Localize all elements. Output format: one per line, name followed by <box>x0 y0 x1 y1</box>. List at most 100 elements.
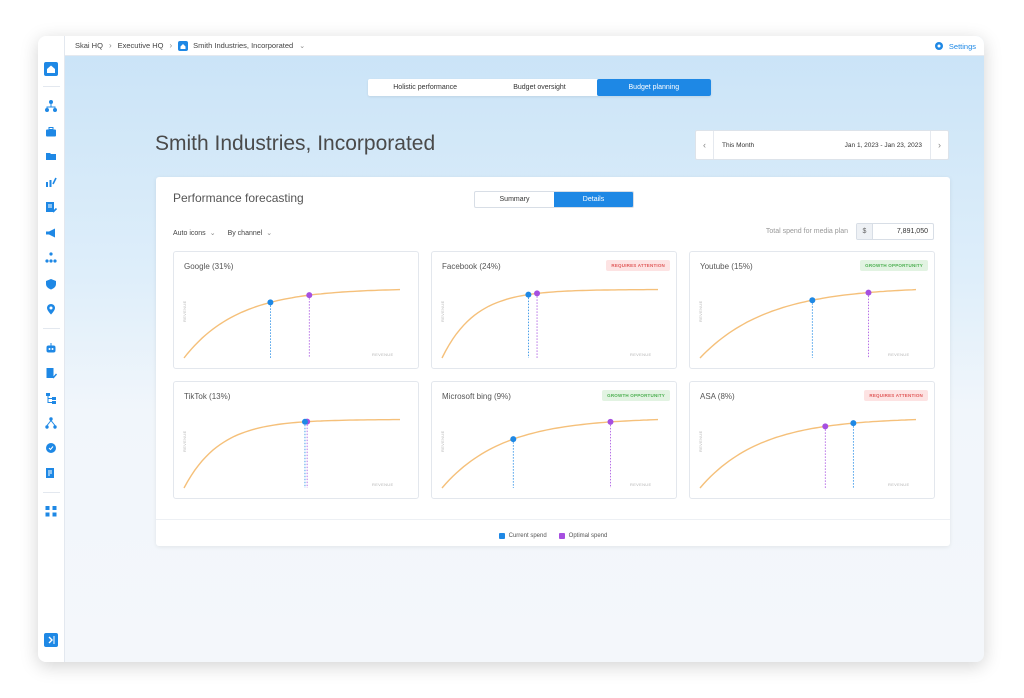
optimal-spend-point[interactable] <box>534 290 541 297</box>
x-axis-label: REVENUE <box>630 482 651 487</box>
filter-label: By channel <box>227 229 263 237</box>
current-spend-point[interactable] <box>267 299 274 306</box>
legend-current: Current spend <box>498 533 547 539</box>
optimal-spend-point[interactable] <box>607 418 614 425</box>
optimal-spend-point[interactable] <box>306 292 313 299</box>
spend-input[interactable]: $ 7,891,050 <box>856 223 934 240</box>
folder-tree-icon[interactable] <box>44 391 58 405</box>
x-axis-label: REVENUE <box>372 352 393 357</box>
current-spend-point[interactable] <box>850 420 857 427</box>
flow-diagram-icon[interactable] <box>44 504 58 518</box>
briefcase-icon[interactable] <box>44 125 58 139</box>
legend-optimal: Optimal spend <box>558 533 608 539</box>
response-curve-chart: REVENUE REVENUE <box>182 418 400 489</box>
y-axis-label: REVENUE <box>698 301 703 322</box>
optimal-spend-point[interactable] <box>865 289 872 296</box>
performance-forecasting-card: Performance forecasting Summary Details … <box>156 177 950 546</box>
breadcrumb-skai-hq[interactable]: Skai HQ <box>75 41 103 50</box>
badge-shield-icon[interactable] <box>44 441 58 455</box>
channel-card[interactable]: Facebook (24%) REQUIRES ATTENTION REVENUE R… <box>431 251 677 369</box>
date-range: Jan 1, 2023 - Jan 23, 2023 <box>844 141 922 149</box>
org-chart-icon[interactable] <box>44 416 58 430</box>
top-bar: Skai HQ › Executive HQ › Smith Industrie… <box>65 36 984 56</box>
megaphone-icon[interactable] <box>44 226 58 240</box>
settings-link[interactable]: Settings <box>933 40 976 52</box>
legend-current-label: Current spend <box>508 533 547 539</box>
chevron-right-icon[interactable]: › <box>930 131 948 159</box>
gear-icon <box>934 42 943 50</box>
channel-card[interactable]: ASA (8%) REQUIRES ATTENTION REVENUE REVENUE <box>689 381 935 499</box>
date-range-picker[interactable]: ‹ This Month Jan 1, 2023 - Jan 23, 2023 … <box>695 130 949 160</box>
channel-card[interactable]: Youtube (15%) GROWTH OPPORTUNITY REVENUE RE… <box>689 251 935 369</box>
x-axis-label: REVENUE <box>888 482 909 487</box>
app-window: Skai HQ › Executive HQ › Smith Industrie… <box>38 36 984 662</box>
network-icon[interactable] <box>44 251 58 265</box>
tab-budget-planning[interactable]: Budget planning <box>596 79 711 96</box>
breadcrumb-executive-hq[interactable]: Executive HQ <box>118 41 164 50</box>
sidebar <box>38 36 65 662</box>
y-axis-label: REVENUE <box>698 431 703 452</box>
current-spend-point[interactable] <box>510 436 517 443</box>
x-axis-label: REVENUE <box>630 352 651 357</box>
breadcrumb-separator-icon: › <box>108 41 112 50</box>
currency-symbol: $ <box>857 224 873 239</box>
x-axis-label: REVENUE <box>372 482 393 487</box>
location-pin-icon[interactable] <box>44 302 58 316</box>
collapse-sidebar-icon[interactable] <box>44 633 58 647</box>
by-channel-dropdown[interactable]: By channel ⌄ <box>227 229 273 238</box>
current-spend-point[interactable] <box>525 291 532 298</box>
response-curve <box>441 288 658 359</box>
details-toggle[interactable]: Details <box>554 192 633 207</box>
legend: Current spend Optimal spend <box>156 533 950 539</box>
total-spend: Total spend for media plan $ 7,891,050 <box>766 223 934 240</box>
date-preset: This Month <box>722 141 755 149</box>
view-toggle: Summary Details <box>474 191 634 208</box>
chart-edit-icon[interactable] <box>44 175 58 189</box>
response-curve-chart: REVENUE REVENUE <box>182 288 401 359</box>
breadcrumb-account[interactable]: Smith Industries, Incorporated <box>193 41 293 50</box>
auto-icons-dropdown[interactable]: Auto icons ⌄ <box>173 229 216 238</box>
optimal-spend-point[interactable] <box>822 423 829 430</box>
channel-card[interactable]: TikTok (13%) REVENUE REVENUE <box>173 381 419 499</box>
date-range-display[interactable]: This Month Jan 1, 2023 - Jan 23, 2023 <box>714 142 930 149</box>
breadcrumb-separator-icon: › <box>169 41 173 50</box>
response-curve <box>441 418 659 489</box>
chevron-left-icon[interactable]: ‹ <box>696 131 714 159</box>
account-home-icon <box>178 40 189 51</box>
tab-budget-oversight[interactable]: Budget oversight <box>482 79 596 96</box>
hierarchy-icon[interactable] <box>44 99 58 113</box>
report-edit-icon[interactable] <box>44 200 58 214</box>
card-title: Performance forecasting <box>173 191 304 205</box>
robot-icon[interactable] <box>44 341 58 355</box>
chevron-down-icon[interactable]: ⌄ <box>299 42 305 50</box>
home-icon[interactable] <box>44 62 58 76</box>
document-check-icon[interactable] <box>44 366 58 380</box>
page-title: Smith Industries, Incorporated <box>155 132 436 155</box>
spend-label: Total spend for media plan <box>765 228 848 235</box>
channel-grid: Google (31%) REVENUE REVENUE Facebook (24%)… <box>173 251 935 499</box>
x-axis-label: REVENUE <box>888 352 909 357</box>
tab-holistic-performance[interactable]: Holistic performance <box>368 79 482 96</box>
current-spend-point[interactable] <box>809 297 816 304</box>
summary-toggle[interactable]: Summary <box>475 192 554 207</box>
optimal-swatch <box>558 533 565 539</box>
response-curve <box>699 418 917 489</box>
response-curve-chart: REVENUE REVENUE <box>698 288 917 359</box>
legend-optimal-label: Optimal spend <box>568 533 608 539</box>
channel-card[interactable]: Google (31%) REVENUE REVENUE <box>173 251 419 369</box>
settings-label: Settings <box>948 41 976 51</box>
filter-label: Auto icons <box>173 229 206 237</box>
channel-card[interactable]: Microsoft bing (9%) GROWTH OPPORTUNITY REV… <box>431 381 677 499</box>
notes-edit-icon[interactable] <box>44 466 58 480</box>
response-curve-chart: REVENUE REVENUE <box>440 418 659 489</box>
current-spend-point[interactable] <box>301 418 308 425</box>
response-curve-chart: REVENUE REVENUE <box>440 288 658 359</box>
y-axis-label: REVENUE <box>440 431 445 452</box>
folder-icon[interactable] <box>44 149 58 163</box>
response-curve-chart: REVENUE REVENUE <box>698 418 917 489</box>
response-curve <box>699 288 917 359</box>
y-axis-label: REVENUE <box>182 431 187 452</box>
y-axis-label: REVENUE <box>182 301 187 322</box>
spend-value: 7,891,050 <box>896 228 928 235</box>
shield-icon[interactable] <box>44 277 58 291</box>
